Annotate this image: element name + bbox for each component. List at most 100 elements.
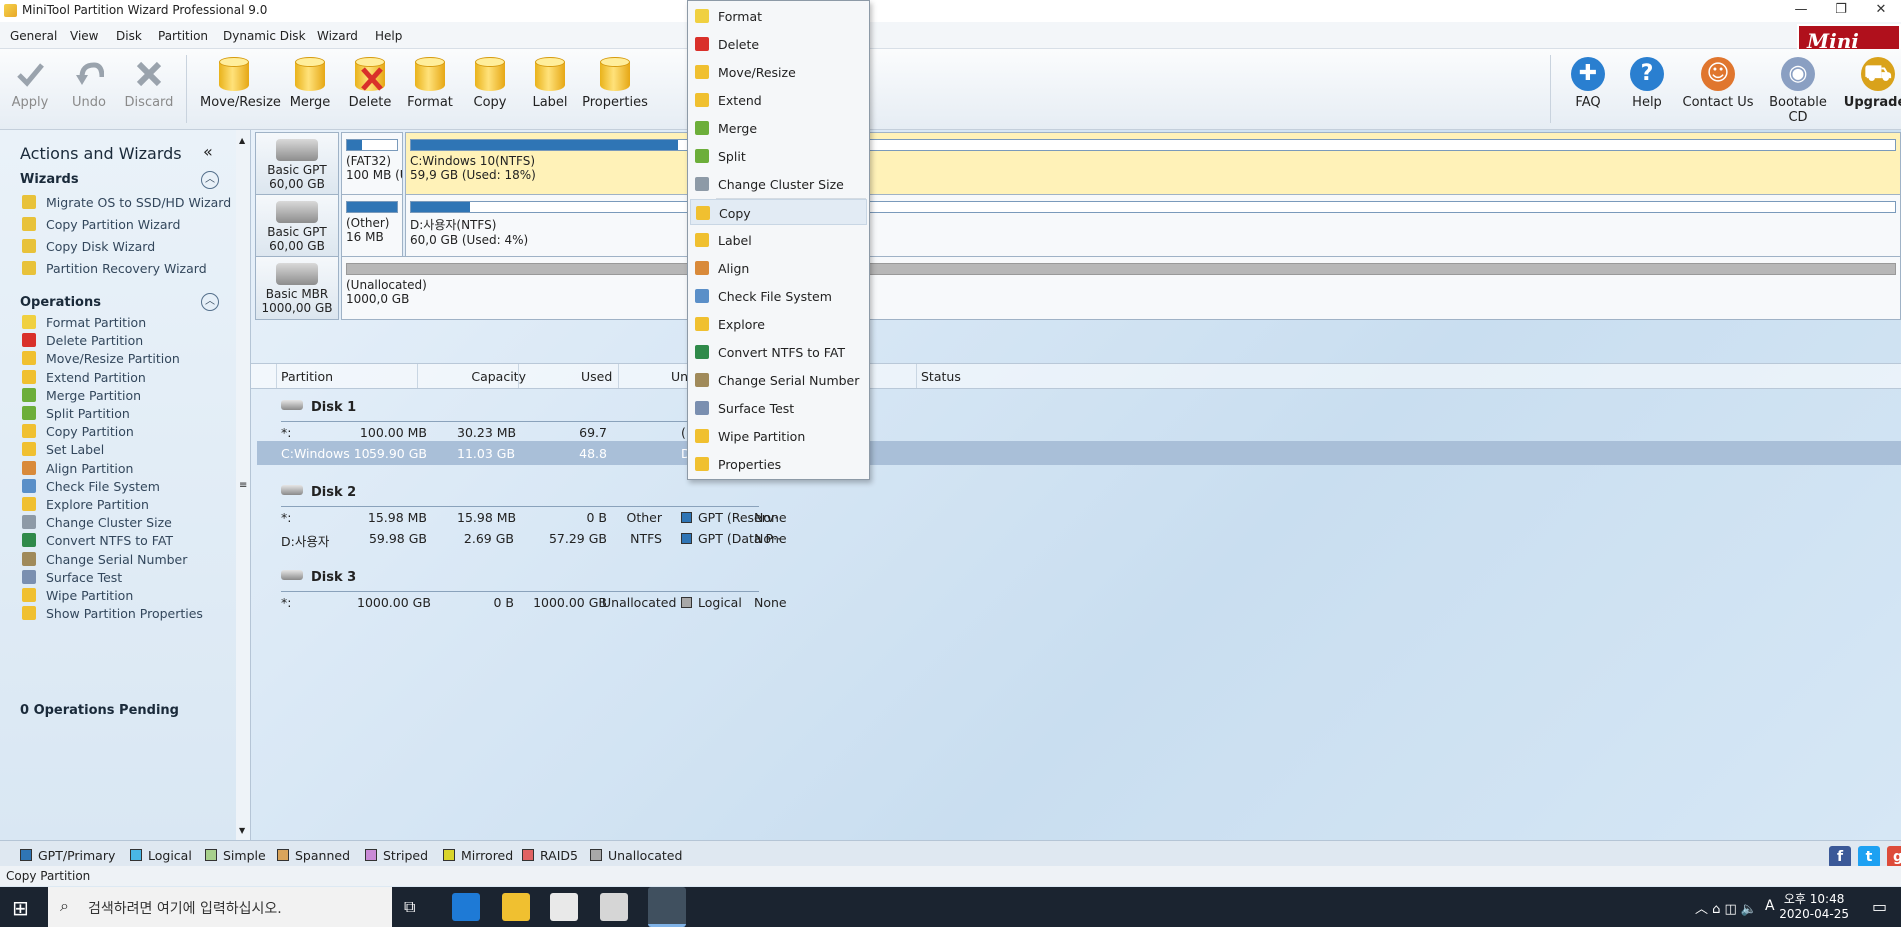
context-menu-item[interactable]: Copy xyxy=(690,199,867,225)
googleplus-icon[interactable]: g xyxy=(1887,846,1901,868)
disk-map-disk[interactable]: Basic MBR 1000,00 GB xyxy=(255,256,339,320)
help-button[interactable]: ? Help xyxy=(1617,57,1677,110)
disk-map-partition[interactable]: D:사용자(NTFS) 60,0 GB (Used: 4%) xyxy=(405,194,1901,258)
context-menu-item[interactable]: Split xyxy=(690,143,867,169)
taskbar-clock[interactable]: 오후 10:48 2020-04-25 xyxy=(1779,890,1849,921)
context-menu-item[interactable]: Extend xyxy=(690,87,867,113)
close-button[interactable]: ✕ xyxy=(1861,0,1901,22)
context-menu-item[interactable]: Move/Resize xyxy=(690,59,867,85)
operation-item[interactable]: Check File System xyxy=(22,478,160,494)
contact-us-button[interactable]: ☺ Contact Us xyxy=(1680,57,1756,110)
format-button[interactable]: Format xyxy=(400,57,460,110)
operation-item[interactable]: Merge Partition xyxy=(22,387,141,403)
restore-button[interactable]: ❐ xyxy=(1821,0,1861,22)
menu-dynamic-disk[interactable]: Dynamic Disk xyxy=(223,29,306,43)
twitter-icon[interactable]: t xyxy=(1858,846,1880,868)
operation-item[interactable]: Copy Partition xyxy=(22,424,134,439)
operation-item[interactable]: Format Partition xyxy=(22,315,146,330)
store-icon[interactable] xyxy=(550,893,578,921)
col-unused[interactable]: Un xyxy=(671,369,688,384)
edge-browser-icon[interactable] xyxy=(452,893,480,921)
minimize-button[interactable]: — xyxy=(1781,0,1821,22)
context-menu-item[interactable]: Surface Test xyxy=(690,395,867,421)
menu-help[interactable]: Help xyxy=(375,29,402,43)
col-used[interactable]: Used xyxy=(581,369,612,384)
disk-1-group[interactable]: Disk 1 xyxy=(281,400,356,415)
undo-button[interactable]: Undo xyxy=(59,57,119,110)
disk-2-group[interactable]: Disk 2 xyxy=(281,485,356,500)
wizard-copy-disk[interactable]: Copy Disk Wizard xyxy=(22,239,155,254)
context-menu-item[interactable]: Convert NTFS to FAT xyxy=(690,339,867,365)
discard-button[interactable]: Discard xyxy=(119,57,179,110)
operation-item[interactable]: Convert NTFS to FAT xyxy=(22,533,173,548)
operation-item[interactable]: Split Partition xyxy=(22,406,130,421)
bootable-cd-button[interactable]: ◉ Bootable CD xyxy=(1760,57,1836,125)
splitter-grip-icon[interactable]: ≡ xyxy=(239,480,247,491)
scroll-down-icon[interactable]: ▼ xyxy=(239,826,245,835)
upgrade-button[interactable]: ⛟ Upgrade! xyxy=(1842,57,1901,110)
copy-button[interactable]: Copy xyxy=(460,57,520,110)
operation-item[interactable]: Delete Partition xyxy=(22,333,143,348)
col-capacity[interactable]: Capacity xyxy=(466,369,526,384)
menu-view[interactable]: View xyxy=(70,29,98,43)
facebook-icon[interactable]: f xyxy=(1829,846,1851,868)
context-menu-item[interactable]: Change Cluster Size xyxy=(690,171,867,197)
col-partition[interactable]: Partition xyxy=(281,369,333,384)
operation-item[interactable]: Wipe Partition xyxy=(22,588,133,603)
label-button[interactable]: Label xyxy=(520,57,580,110)
disk-map-partition[interactable]: (FAT32)100 MB (Use xyxy=(341,132,403,196)
wizard-partition-recovery[interactable]: Partition Recovery Wizard xyxy=(22,261,207,276)
wizard-copy-partition[interactable]: Copy Partition Wizard xyxy=(22,217,180,232)
operation-item[interactable]: Set Label xyxy=(22,442,104,457)
operation-item[interactable]: Extend Partition xyxy=(22,369,146,385)
context-menu-item[interactable]: Explore xyxy=(690,311,867,337)
disk-map-partition[interactable]: C:Windows 10(NTFS) 59,9 GB (Used: 18%) xyxy=(405,132,1901,196)
ime-indicator[interactable]: A xyxy=(1765,898,1775,914)
disk-3-group[interactable]: Disk 3 xyxy=(281,570,356,585)
context-menu-item[interactable]: Merge xyxy=(690,115,867,141)
taskbar-search-box[interactable]: ⌕ 검색하려면 여기에 입력하십시오. xyxy=(48,887,392,927)
merge-button[interactable]: Merge xyxy=(280,57,340,110)
tray-icons[interactable]: ︿ ⌂ ◫ 🔈 xyxy=(1695,898,1757,917)
context-menu-item[interactable]: Wipe Partition xyxy=(690,423,867,449)
operation-item[interactable]: Show Partition Properties xyxy=(22,606,203,621)
partition-wizard-taskbar-icon[interactable] xyxy=(648,887,686,927)
context-menu-item[interactable]: Check File System xyxy=(690,283,867,309)
operation-item[interactable]: Align Partition xyxy=(22,460,133,476)
apply-button[interactable]: Apply xyxy=(0,57,60,110)
panel-splitter[interactable]: ▲ ≡ ▼ xyxy=(236,130,251,840)
windows-start-icon[interactable]: ⊞ xyxy=(12,896,29,920)
context-menu-item[interactable]: Align xyxy=(690,255,867,281)
menu-disk[interactable]: Disk xyxy=(116,29,142,43)
menu-wizard[interactable]: Wizard xyxy=(317,29,358,43)
wizard-migrate-os[interactable]: Migrate OS to SSD/HD Wizard xyxy=(22,195,231,210)
context-menu-item[interactable]: Format xyxy=(690,3,867,29)
scroll-up-icon[interactable]: ▲ xyxy=(239,136,245,145)
move-resize-button[interactable]: Move/Resize xyxy=(200,57,281,110)
collapse-operations-icon[interactable]: ︿ xyxy=(201,293,219,311)
context-menu-item[interactable]: Change Serial Number xyxy=(690,367,867,393)
mail-icon[interactable] xyxy=(600,893,628,921)
disk-map-partition[interactable]: (Other) 16 MB xyxy=(341,194,403,258)
notification-icon[interactable]: ▭ xyxy=(1872,897,1887,916)
delete-button[interactable]: Delete xyxy=(340,57,400,110)
operation-item[interactable]: Change Cluster Size xyxy=(22,515,172,530)
faq-button[interactable]: ✚ FAQ xyxy=(1558,57,1618,110)
context-menu-item[interactable]: Label xyxy=(690,227,867,253)
operation-item[interactable]: Change Serial Number xyxy=(22,551,187,567)
context-menu-item[interactable]: Properties xyxy=(690,451,867,477)
table-row[interactable]: D:사용자 59.98 GB 2.69 GB 57.29 GB NTFS GPT (Dat… xyxy=(257,526,1901,550)
disk-map-disk[interactable]: Basic GPT 60,00 GB xyxy=(255,132,339,196)
context-menu-item[interactable]: Delete xyxy=(690,31,867,57)
col-status[interactable]: Status xyxy=(921,369,961,384)
collapse-wizards-icon[interactable]: ︿ xyxy=(201,171,219,189)
properties-button[interactable]: Properties xyxy=(580,57,650,110)
collapse-panel-icon[interactable]: « xyxy=(203,142,213,161)
operation-item[interactable]: Move/Resize Partition xyxy=(22,351,180,366)
operation-item[interactable]: Explore Partition xyxy=(22,497,149,512)
disk-map-partition[interactable]: (Unallocated) 1000,0 GB xyxy=(341,256,1901,320)
table-row[interactable]: *: 1000.00 GB 0 B 1000.00 GB Unallocated Logi… xyxy=(257,590,1901,614)
operation-item[interactable]: Surface Test xyxy=(22,569,122,585)
table-row[interactable]: C:Windows 1059.90 GB11.03 GB48.8Data P··… xyxy=(257,441,1901,465)
menu-partition[interactable]: Partition xyxy=(158,29,208,43)
